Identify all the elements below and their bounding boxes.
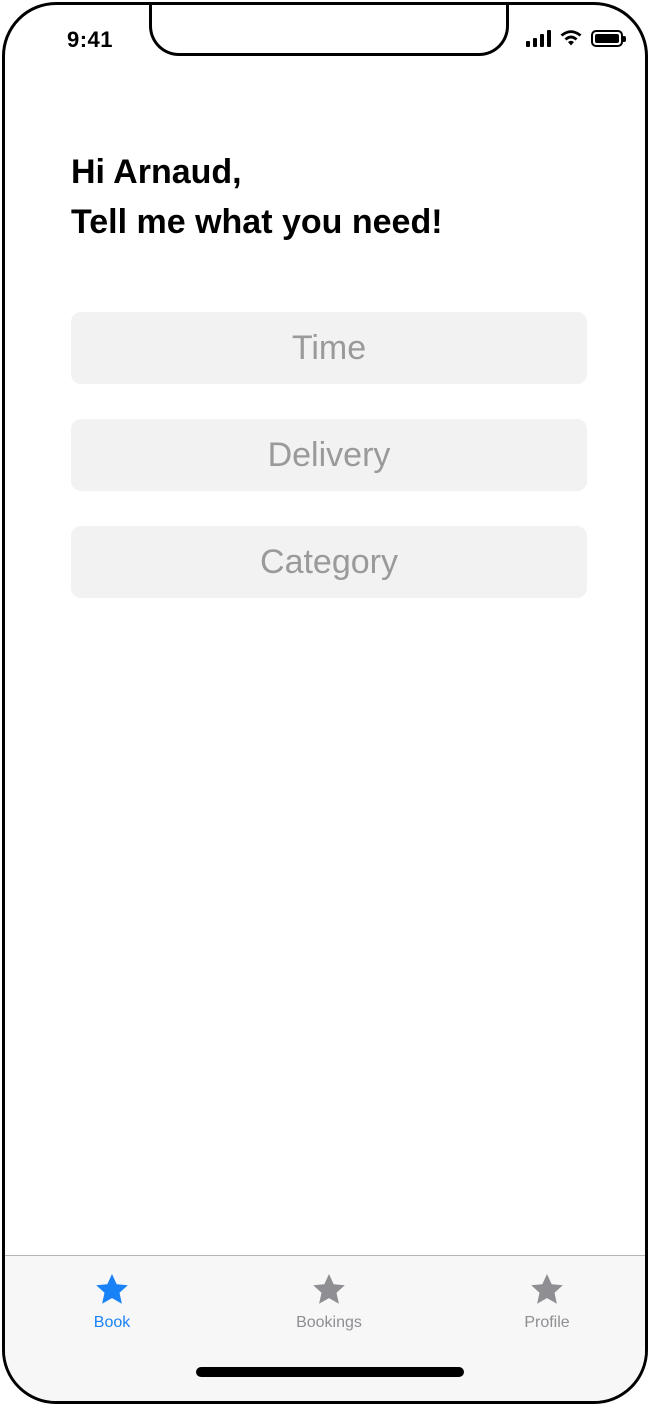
star-icon (96, 1274, 128, 1304)
phone-frame: 9:41 Hi Arnaud, Tell me what you need! T… (2, 2, 648, 1404)
tab-book[interactable]: Book (42, 1272, 182, 1332)
cellular-signal-icon (526, 29, 551, 47)
wifi-icon (560, 30, 582, 46)
tab-bookings-label: Bookings (296, 1314, 362, 1331)
greeting-title: Hi Arnaud, Tell me what you need! (71, 147, 443, 247)
greeting-line-2: Tell me what you need! (71, 203, 443, 241)
tab-bar: Book Bookings Profile (5, 1255, 645, 1401)
tab-profile[interactable]: Profile (477, 1272, 617, 1332)
status-time: 9:41 (67, 27, 114, 52)
tab-profile-label: Profile (524, 1314, 570, 1331)
greeting-line-1: Hi Arnaud, (71, 153, 242, 191)
status-icons (526, 29, 626, 47)
home-indicator[interactable] (196, 1367, 464, 1377)
device-notch (149, 5, 509, 56)
star-icon (313, 1274, 345, 1304)
delivery-option-button[interactable]: Delivery (71, 419, 587, 491)
battery-icon (591, 29, 626, 47)
tab-book-label: Book (93, 1314, 131, 1331)
tab-bookings[interactable]: Bookings (259, 1272, 399, 1332)
time-option-button[interactable]: Time (71, 312, 587, 384)
star-icon (531, 1274, 563, 1304)
category-option-button[interactable]: Category (71, 526, 587, 598)
